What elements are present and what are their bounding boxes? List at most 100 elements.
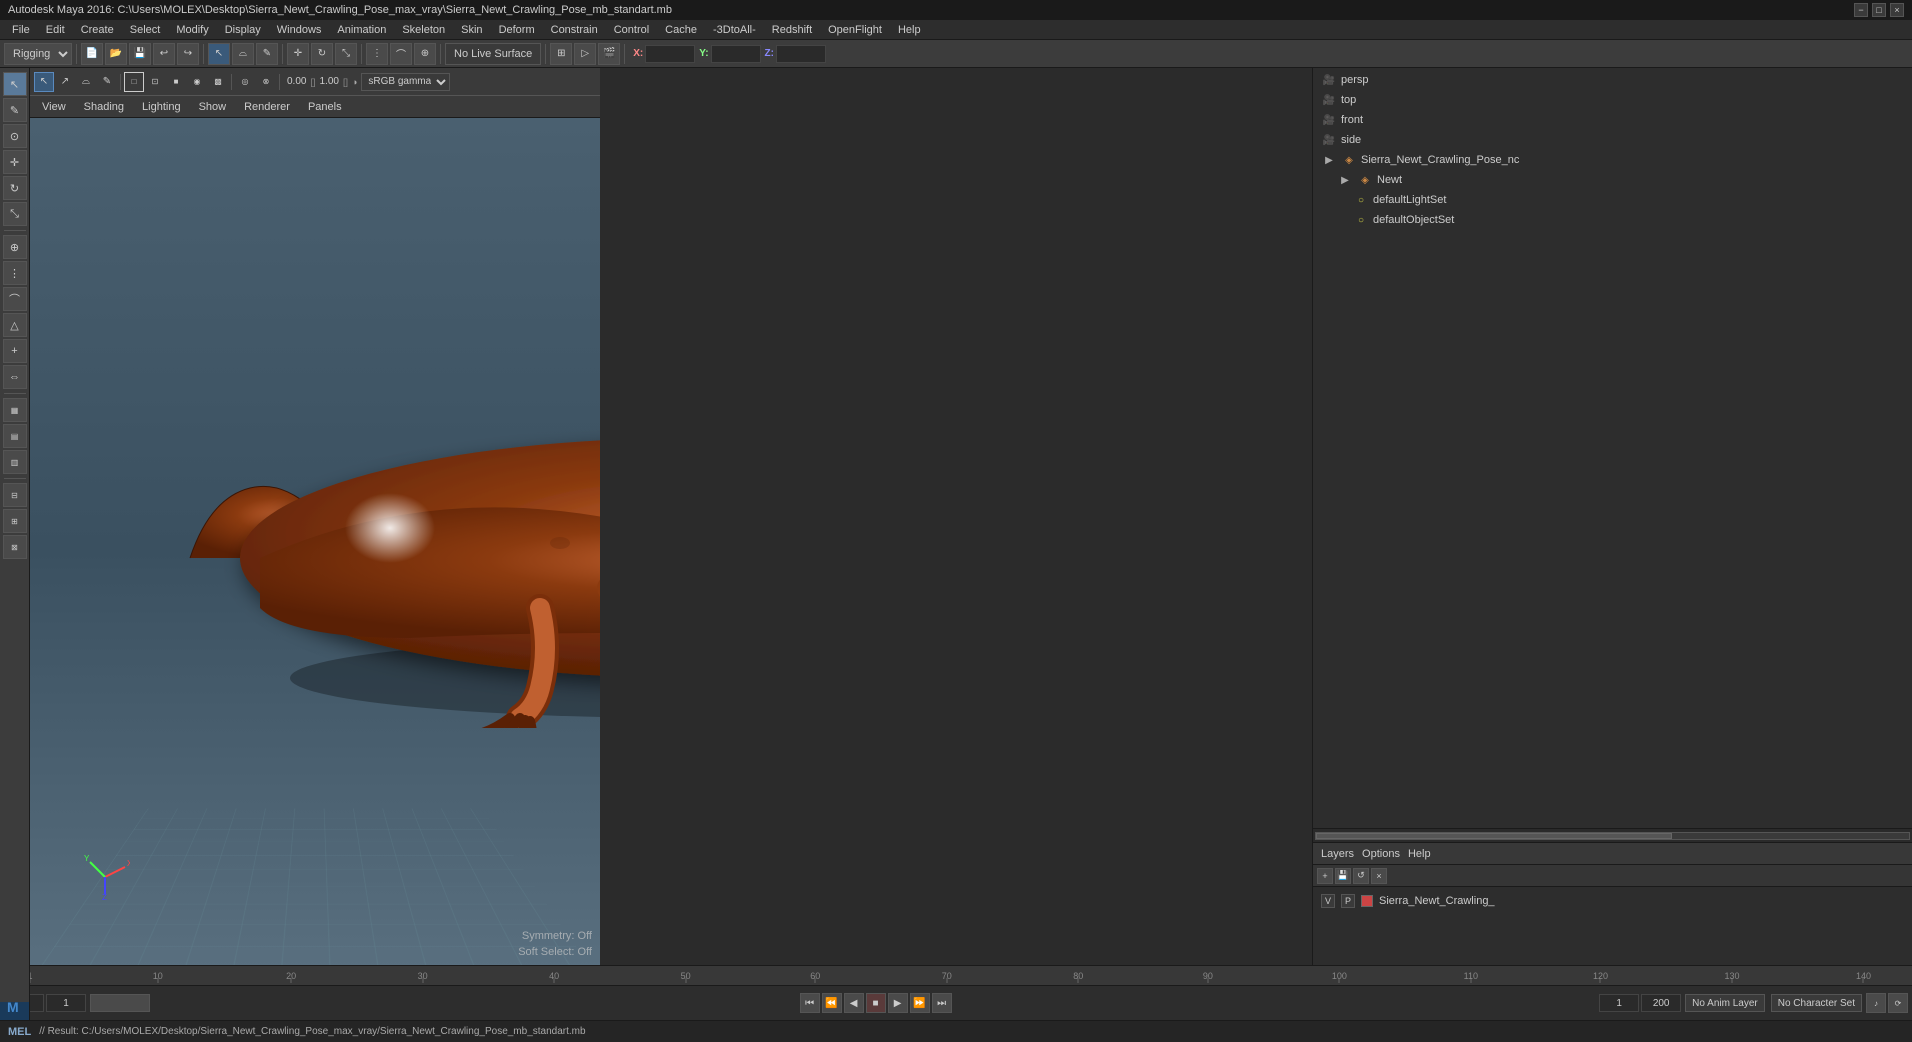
vp-shaded-icon[interactable]: ■ — [166, 72, 186, 92]
tool4-button[interactable]: ⊟ — [3, 483, 27, 507]
tree-item-sierra-newt[interactable]: ▶ ◈ Sierra_Newt_Crawling_Pose_nc — [1313, 150, 1912, 170]
z-input[interactable] — [776, 45, 826, 63]
save-scene-button[interactable]: 💾 — [129, 43, 151, 65]
snap3-button[interactable]: ⌒ — [3, 287, 27, 311]
vp-lasso-icon[interactable]: ⌓ — [76, 72, 96, 92]
rotate-tool-button[interactable]: ↻ — [311, 43, 333, 65]
menu-select[interactable]: Select — [122, 22, 169, 38]
menu-modify[interactable]: Modify — [168, 22, 216, 38]
snap-grid-button[interactable]: ⋮ — [366, 43, 388, 65]
snap-curve-button[interactable]: ⌒ — [390, 43, 412, 65]
tool6-button[interactable]: ⊠ — [3, 535, 27, 559]
tree-item-objectset[interactable]: ○ defaultObjectSet — [1313, 210, 1912, 230]
tree-item-persp[interactable]: 🎥 persp — [1313, 70, 1912, 90]
move-sidebar-button[interactable]: ✛ — [3, 150, 27, 174]
move-tool-button[interactable]: ✛ — [287, 43, 309, 65]
layer-p-checkbox[interactable]: P — [1341, 894, 1355, 908]
vp-arrow-icon[interactable]: ↗ — [55, 72, 75, 92]
outliner-hscroll-track[interactable] — [1315, 832, 1910, 840]
range-start-input[interactable] — [1599, 994, 1639, 1012]
menu-help[interactable]: Help — [890, 22, 929, 38]
menu-animation[interactable]: Animation — [329, 22, 394, 38]
menu-openflight[interactable]: OpenFlight — [820, 22, 890, 38]
vp-wire-icon[interactable]: ⊡ — [145, 72, 165, 92]
menu-skeleton[interactable]: Skeleton — [394, 22, 453, 38]
viewport-menu-lighting[interactable]: Lighting — [134, 99, 189, 115]
minimize-button[interactable]: − — [1854, 3, 1868, 17]
tool5-button[interactable]: ⊞ — [3, 509, 27, 533]
mode-dropdown[interactable]: Rigging — [4, 43, 72, 65]
render-settings-button[interactable]: ⊞ — [550, 43, 572, 65]
tree-item-newt[interactable]: ▶ ◈ Newt — [1313, 170, 1912, 190]
timeline-ruler[interactable]: 1102030405060708090100110120130140 — [0, 966, 1912, 986]
step-fwd-button[interactable]: ⏩ — [910, 993, 930, 1013]
tree-item-front[interactable]: 🎥 front — [1313, 110, 1912, 130]
viewport-menu-renderer[interactable]: Renderer — [236, 99, 298, 115]
layer-v-checkbox[interactable]: V — [1321, 894, 1335, 908]
tool2-button[interactable]: ▤ — [3, 424, 27, 448]
layers-menu-help[interactable]: Help — [1408, 848, 1431, 860]
paint-mode-button[interactable]: ✎ — [3, 98, 27, 122]
menu-windows[interactable]: Windows — [269, 22, 330, 38]
vp-textured-icon[interactable]: ▩ — [208, 72, 228, 92]
layers-delete-button[interactable]: × — [1371, 868, 1387, 884]
loop-button[interactable]: ⟳ — [1888, 993, 1908, 1013]
scale-tool-button[interactable]: ⤡ — [335, 43, 357, 65]
menu-skin[interactable]: Skin — [453, 22, 490, 38]
layers-menu-layers[interactable]: Layers — [1321, 848, 1354, 860]
snap-button[interactable]: ⊕ — [3, 235, 27, 259]
fast-fwd-button[interactable]: ⏭ — [932, 993, 952, 1013]
viewport-3d[interactable]: X Y Z persp Symmetry: Off Soft Select: O… — [30, 118, 600, 982]
snap5-button[interactable]: + — [3, 339, 27, 363]
layers-new-button[interactable]: + — [1317, 868, 1333, 884]
sculpt-mode-button[interactable]: ⊙ — [3, 124, 27, 148]
vp-xray-icon[interactable]: ◎ — [235, 72, 255, 92]
vp-select-icon[interactable]: ↖ — [34, 72, 54, 92]
select-tool-button[interactable]: ↖ — [208, 43, 230, 65]
play-fwd-button[interactable]: ▶ — [888, 993, 908, 1013]
snap-point-button[interactable]: ⊕ — [414, 43, 436, 65]
render-button[interactable]: 🎬 — [598, 43, 620, 65]
menu-cache[interactable]: Cache — [657, 22, 705, 38]
vp-isolate-icon[interactable]: ⊗ — [256, 72, 276, 92]
menu-create[interactable]: Create — [73, 22, 122, 38]
menu-file[interactable]: File — [4, 22, 38, 38]
menu-redshift[interactable]: Redshift — [764, 22, 820, 38]
gamma-selector[interactable]: sRGB gamma — [361, 73, 450, 91]
paint-select-button[interactable]: ✎ — [256, 43, 278, 65]
snap4-button[interactable]: △ — [3, 313, 27, 337]
tree-item-top[interactable]: 🎥 top — [1313, 90, 1912, 110]
tree-item-side[interactable]: 🎥 side — [1313, 130, 1912, 150]
step-back-button[interactable]: ⏪ — [822, 993, 842, 1013]
lasso-select-button[interactable]: ⌓ — [232, 43, 254, 65]
no-anim-layer-button[interactable]: No Anim Layer — [1685, 994, 1765, 1012]
viewport-menu-shading[interactable]: Shading — [76, 99, 132, 115]
rewind-button[interactable]: ⏮ — [800, 993, 820, 1013]
open-scene-button[interactable]: 📂 — [105, 43, 127, 65]
x-input[interactable] — [645, 45, 695, 63]
layers-save-button[interactable]: 💾 — [1335, 868, 1351, 884]
layer-color-swatch[interactable] — [1361, 895, 1373, 907]
no-live-surface-display[interactable]: No Live Surface — [445, 43, 541, 65]
new-scene-button[interactable]: 📄 — [81, 43, 103, 65]
range-end-input[interactable] — [1641, 994, 1681, 1012]
ipr-button[interactable]: ▷ — [574, 43, 596, 65]
no-character-set-button[interactable]: No Character Set — [1771, 994, 1862, 1012]
y-input[interactable] — [711, 45, 761, 63]
outliner-hscroll-thumb[interactable] — [1316, 833, 1672, 839]
menu-constrain[interactable]: Constrain — [543, 22, 606, 38]
stop-button[interactable]: ■ — [866, 993, 886, 1013]
menu-3dtall[interactable]: -3DtoAll- — [705, 22, 764, 38]
layers-menu-options[interactable]: Options — [1362, 848, 1400, 860]
vp-paint-icon[interactable]: ✎ — [97, 72, 117, 92]
audio-button[interactable]: ♪ — [1866, 993, 1886, 1013]
viewport-menu-panels[interactable]: Panels — [300, 99, 350, 115]
rotate-sidebar-button[interactable]: ↻ — [3, 176, 27, 200]
scale-sidebar-button[interactable]: ⤡ — [3, 202, 27, 226]
menu-control[interactable]: Control — [606, 22, 657, 38]
close-button[interactable]: × — [1890, 3, 1904, 17]
undo-button[interactable]: ↩ — [153, 43, 175, 65]
menu-edit[interactable]: Edit — [38, 22, 73, 38]
current-frame-input[interactable] — [46, 994, 86, 1012]
play-back-button[interactable]: ◀ — [844, 993, 864, 1013]
